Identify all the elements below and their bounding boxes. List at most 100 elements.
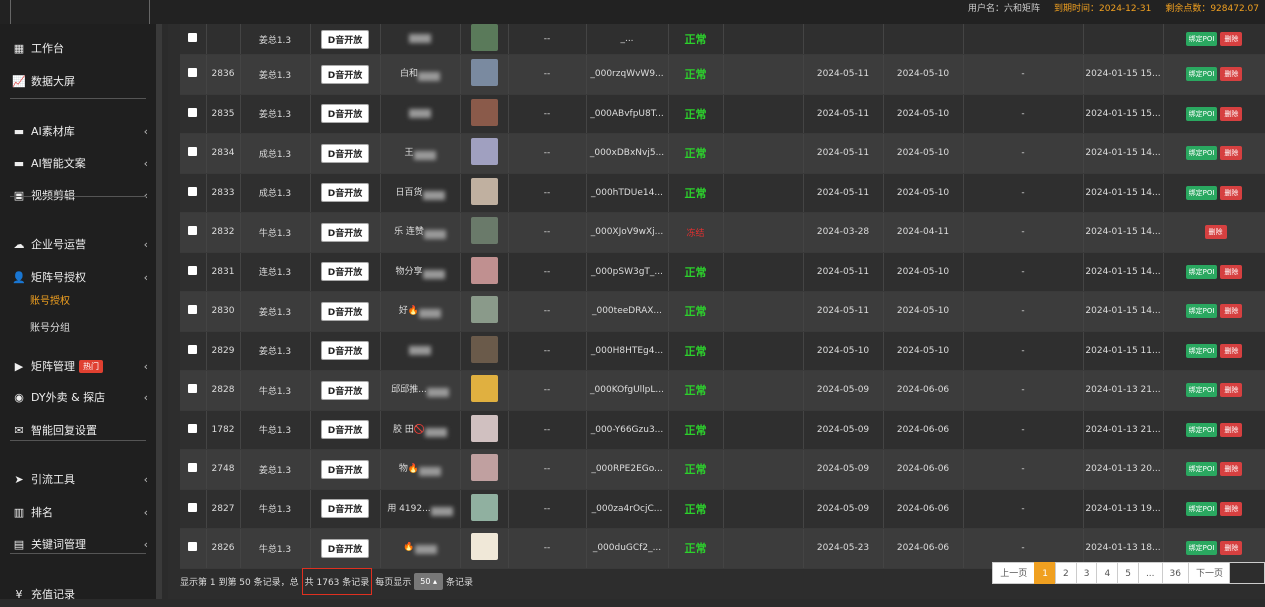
dy-open-button[interactable]: D音开放 — [320, 380, 370, 400]
bind-poi-button[interactable]: 绑定POI — [1185, 264, 1218, 279]
sidebar-item-10[interactable]: ➤ 引流工具 ‹ — [0, 466, 156, 492]
row-checkbox[interactable] — [188, 463, 198, 473]
page-button[interactable]: 4 — [1096, 562, 1119, 584]
row-checkbox[interactable] — [188, 186, 198, 196]
row-openid: _000RPE2EGo... — [591, 464, 663, 475]
table-row: 2829 姜总1.3 D音开放 -- _000H8HTEg4... 正常 2024-05-1… — [180, 331, 1265, 371]
bind-poi-button[interactable]: 绑定POI — [1185, 106, 1218, 121]
sidebar-item-7[interactable]: ▶ 矩阵管理 热门 ‹ — [0, 353, 156, 379]
delete-button[interactable]: 删除 — [1220, 67, 1243, 82]
row-checkbox[interactable] — [188, 344, 198, 354]
row-checkbox[interactable] — [188, 68, 198, 78]
sidebar-item-8[interactable]: ◉ DY外卖 & 探店 ‹ — [0, 384, 156, 410]
sidebar-subitem-0[interactable]: 账号授权 — [30, 292, 70, 307]
next-page-button[interactable]: 下一页 — [1187, 562, 1231, 584]
delete-button[interactable]: 删除 — [1220, 383, 1243, 398]
row-extra: - — [1021, 345, 1025, 356]
bind-poi-button[interactable]: 绑定POI — [1185, 185, 1218, 200]
page-jump-input[interactable] — [1229, 562, 1265, 584]
dy-open-button[interactable]: D音开放 — [320, 29, 370, 49]
dy-open-button[interactable]: D音开放 — [320, 104, 370, 124]
row-nickname: 🔥 — [403, 541, 415, 552]
dy-open-button[interactable]: D音开放 — [320, 64, 370, 84]
sidebar-subitem-1[interactable]: 账号分组 — [30, 319, 70, 334]
chevron-left-icon: ‹ — [143, 188, 148, 202]
bind-poi-button[interactable]: 绑定POI — [1185, 304, 1218, 319]
delete-button[interactable]: 删除 — [1220, 343, 1243, 358]
sidebar-item-0[interactable]: ▦ 工作台 — [0, 35, 156, 61]
delete-button[interactable]: 删除 — [1220, 185, 1243, 200]
delete-button[interactable]: 删除 — [1220, 422, 1243, 437]
sidebar-item-4[interactable]: ▣ 视频剪辑 ‹ — [0, 182, 156, 208]
bind-poi-button[interactable]: 绑定POI — [1185, 32, 1218, 46]
row-status: 正常 — [684, 423, 707, 437]
row-id: 2830 — [211, 306, 235, 317]
bind-poi-button[interactable]: 绑定POI — [1185, 67, 1218, 82]
sidebar-item-13[interactable]: ¥ 充值记录 — [0, 581, 156, 607]
row-avatar — [470, 493, 498, 521]
page-button[interactable]: 2 — [1055, 562, 1077, 584]
delete-button[interactable]: 删除 — [1220, 32, 1243, 46]
dy-open-button[interactable]: D音开放 — [320, 341, 370, 361]
delete-button[interactable]: 删除 — [1220, 304, 1243, 319]
dy-open-button[interactable]: D音开放 — [320, 183, 370, 203]
row-date-2: 2024-06-06 — [896, 424, 950, 435]
dy-open-button[interactable]: D音开放 — [320, 301, 370, 321]
row-checkbox[interactable] — [188, 265, 198, 275]
dy-open-button[interactable]: D音开放 — [320, 420, 370, 440]
sidebar-item-11[interactable]: ▥ 排名 ‹ — [0, 499, 156, 525]
delete-button[interactable]: 删除 — [1204, 225, 1227, 240]
row-checkbox[interactable] — [188, 226, 198, 236]
row-checkbox[interactable] — [188, 542, 198, 552]
row-nickname: 邱邱推... — [391, 385, 427, 396]
sidebar-item-label: AI智能文案 — [31, 157, 86, 170]
sidebar-item-3[interactable]: ▬ AI智能文案 ‹ — [0, 150, 156, 176]
delete-button[interactable]: 删除 — [1220, 541, 1243, 556]
row-checkbox[interactable] — [188, 423, 198, 433]
bind-poi-button[interactable]: 绑定POI — [1185, 462, 1218, 477]
dy-open-button[interactable]: D音开放 — [320, 143, 370, 163]
bind-poi-button[interactable]: 绑定POI — [1185, 422, 1218, 437]
sidebar-item-label: 充值记录 — [31, 588, 75, 601]
sidebar-item-2[interactable]: ▬ AI素材库 ‹ — [0, 118, 156, 144]
sidebar-item-label: 视频剪辑 — [31, 189, 75, 202]
nickname-redaction — [426, 388, 449, 398]
row-created: 2024-01-15 14... — [1085, 187, 1161, 198]
dy-open-button[interactable]: D音开放 — [320, 538, 370, 558]
page-size-select[interactable]: 50 ▴ — [414, 573, 444, 590]
delete-button[interactable]: 删除 — [1220, 501, 1243, 516]
prev-page-button[interactable]: 上一页 — [992, 562, 1036, 584]
sidebar-item-5[interactable]: ☁ 企业号运营 ‹ — [0, 231, 156, 257]
delete-button[interactable]: 删除 — [1220, 106, 1243, 121]
dy-open-button[interactable]: D音开放 — [320, 222, 370, 242]
row-date-2: 2024-05-10 — [896, 345, 950, 356]
page-button[interactable]: 36 — [1161, 562, 1189, 584]
delete-button[interactable]: 删除 — [1220, 146, 1243, 161]
row-openid: _000-Y66Gzu3... — [590, 424, 664, 435]
bind-poi-button[interactable]: 绑定POI — [1185, 501, 1218, 516]
delete-button[interactable]: 删除 — [1220, 462, 1243, 477]
bind-poi-button[interactable]: 绑定POI — [1185, 383, 1218, 398]
bind-poi-button[interactable]: 绑定POI — [1185, 343, 1218, 358]
sidebar-item-6[interactable]: 👤 矩阵号授权 ‹ — [0, 264, 156, 290]
row-checkbox[interactable] — [188, 305, 198, 315]
table-row: 2832 牛总1.3 D音开放 乐 连赞 -- _000XJoV9wXj... 冻结 2024… — [180, 212, 1265, 253]
dy-open-button[interactable]: D音开放 — [320, 262, 370, 282]
row-checkbox[interactable] — [188, 107, 198, 117]
bind-poi-button[interactable]: 绑定POI — [1185, 541, 1218, 556]
dy-open-button[interactable]: D音开放 — [320, 499, 370, 519]
delete-button[interactable]: 删除 — [1220, 264, 1243, 279]
page-button[interactable]: 1 — [1034, 562, 1056, 584]
page-button[interactable]: 3 — [1075, 562, 1098, 584]
sidebar-item-1[interactable]: 📈 数据大屏 — [0, 68, 156, 94]
accounts-table: 姜总1.3 D音开放 -- _... 正常 绑定POI 删除 2836 姜总1.3 D音开放 白和 -… — [180, 24, 1265, 569]
row-checkbox[interactable] — [188, 502, 198, 512]
row-checkbox[interactable] — [188, 147, 198, 157]
page-button[interactable]: 5 — [1117, 562, 1139, 584]
table-row: 2748 姜总1.3 D音开放 物🔥 -- _000RPE2EGo... 正常 2024-05… — [180, 449, 1265, 490]
row-date-2: 2024-06-06 — [896, 543, 950, 554]
row-checkbox[interactable] — [188, 384, 198, 394]
row-checkbox[interactable] — [188, 33, 198, 42]
bind-poi-button[interactable]: 绑定POI — [1185, 146, 1218, 161]
dy-open-button[interactable]: D音开放 — [320, 459, 370, 479]
